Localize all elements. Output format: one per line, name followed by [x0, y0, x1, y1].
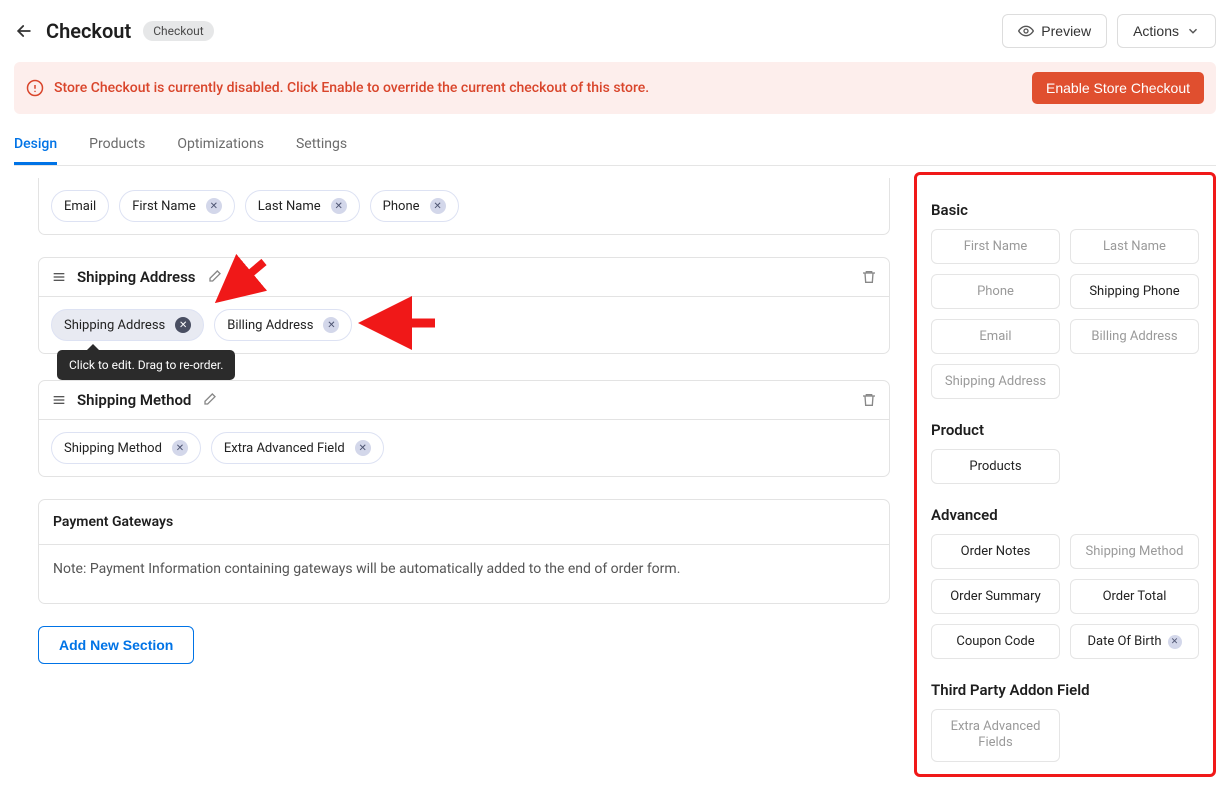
- section-title: Shipping Address: [77, 268, 196, 286]
- palette-last-name[interactable]: Last Name: [1070, 229, 1199, 264]
- field-palette: Basic First Name Last Name Phone Shippin…: [914, 172, 1216, 777]
- field-chip-first-name[interactable]: First Name✕: [119, 190, 235, 222]
- drag-handle-icon[interactable]: [51, 392, 67, 408]
- group-title-advanced: Advanced: [931, 506, 1199, 524]
- palette-order-total[interactable]: Order Total: [1070, 579, 1199, 614]
- palette-date-of-birth[interactable]: Date Of Birth✕: [1070, 624, 1199, 659]
- section-shipping-address: Shipping Address Shipping Address✕ Billi…: [38, 257, 890, 354]
- alert-text: Store Checkout is currently disabled. Cl…: [54, 80, 649, 96]
- section-payment-gateways: Payment Gateways Note: Payment Informati…: [38, 499, 890, 604]
- enable-store-checkout-button[interactable]: Enable Store Checkout: [1032, 72, 1204, 104]
- remove-icon[interactable]: ✕: [430, 198, 446, 214]
- palette-coupon-code[interactable]: Coupon Code: [931, 624, 1060, 659]
- info-icon: [26, 79, 44, 97]
- section-shipping-method: Shipping Method Shipping Method✕ Extra A…: [38, 380, 890, 477]
- chevron-down-icon: [1186, 24, 1200, 38]
- add-new-section-button[interactable]: Add New Section: [38, 626, 194, 664]
- palette-phone[interactable]: Phone: [931, 274, 1060, 309]
- tab-design[interactable]: Design: [14, 136, 57, 165]
- group-title-basic: Basic: [931, 201, 1199, 219]
- page-title: Checkout: [46, 19, 131, 43]
- alert-banner: Store Checkout is currently disabled. Cl…: [14, 62, 1216, 114]
- remove-icon[interactable]: ✕: [172, 440, 188, 456]
- palette-order-notes[interactable]: Order Notes: [931, 534, 1060, 569]
- section-contact: Email First Name✕ Last Name✕ Phone✕: [38, 178, 890, 235]
- remove-icon[interactable]: ✕: [175, 317, 191, 333]
- palette-billing-address[interactable]: Billing Address: [1070, 319, 1199, 354]
- section-title: Shipping Method: [77, 391, 191, 409]
- remove-icon[interactable]: ✕: [206, 198, 222, 214]
- palette-shipping-method[interactable]: Shipping Method: [1070, 534, 1199, 569]
- page-type-tag: Checkout: [143, 21, 214, 41]
- remove-icon[interactable]: ✕: [355, 440, 371, 456]
- field-chip-shipping-method[interactable]: Shipping Method✕: [51, 432, 201, 464]
- preview-button[interactable]: Preview: [1002, 14, 1107, 48]
- field-chip-extra-advanced[interactable]: Extra Advanced Field✕: [211, 432, 384, 464]
- section-title: Payment Gateways: [39, 500, 889, 545]
- drag-handle-icon[interactable]: [51, 269, 67, 285]
- palette-email[interactable]: Email: [931, 319, 1060, 354]
- field-chip-shipping-address[interactable]: Shipping Address✕: [51, 309, 204, 341]
- field-chip-last-name[interactable]: Last Name✕: [245, 190, 360, 222]
- remove-icon[interactable]: ✕: [331, 198, 347, 214]
- field-chip-phone[interactable]: Phone✕: [370, 190, 459, 222]
- tooltip: Click to edit. Drag to re-order.: [57, 350, 235, 380]
- palette-extra-advanced-fields[interactable]: Extra Advanced Fields: [931, 709, 1060, 762]
- back-icon[interactable]: [14, 21, 34, 41]
- remove-icon[interactable]: ✕: [1168, 635, 1182, 649]
- tabs: Design Products Optimizations Settings: [14, 136, 1216, 166]
- edit-icon[interactable]: [201, 392, 217, 408]
- tab-products[interactable]: Products: [89, 136, 145, 165]
- group-title-third-party: Third Party Addon Field: [931, 681, 1199, 699]
- edit-icon[interactable]: [206, 269, 222, 285]
- eye-icon: [1018, 23, 1034, 39]
- palette-products[interactable]: Products: [931, 449, 1060, 484]
- delete-icon[interactable]: [861, 392, 877, 408]
- palette-order-summary[interactable]: Order Summary: [931, 579, 1060, 614]
- palette-shipping-address[interactable]: Shipping Address: [931, 364, 1060, 399]
- actions-label: Actions: [1133, 23, 1179, 39]
- top-bar: Checkout Checkout Preview Actions: [14, 14, 1216, 48]
- tab-settings[interactable]: Settings: [296, 136, 347, 165]
- remove-icon[interactable]: ✕: [323, 317, 339, 333]
- payment-note: Note: Payment Information containing gat…: [39, 545, 889, 603]
- actions-button[interactable]: Actions: [1117, 14, 1216, 48]
- tab-optimizations[interactable]: Optimizations: [177, 136, 264, 165]
- field-chip-billing-address[interactable]: Billing Address✕: [214, 309, 352, 341]
- preview-label: Preview: [1041, 23, 1091, 39]
- field-chip-email[interactable]: Email: [51, 190, 109, 222]
- delete-icon[interactable]: [861, 269, 877, 285]
- palette-first-name[interactable]: First Name: [931, 229, 1060, 264]
- palette-shipping-phone[interactable]: Shipping Phone: [1070, 274, 1199, 309]
- group-title-product: Product: [931, 421, 1199, 439]
